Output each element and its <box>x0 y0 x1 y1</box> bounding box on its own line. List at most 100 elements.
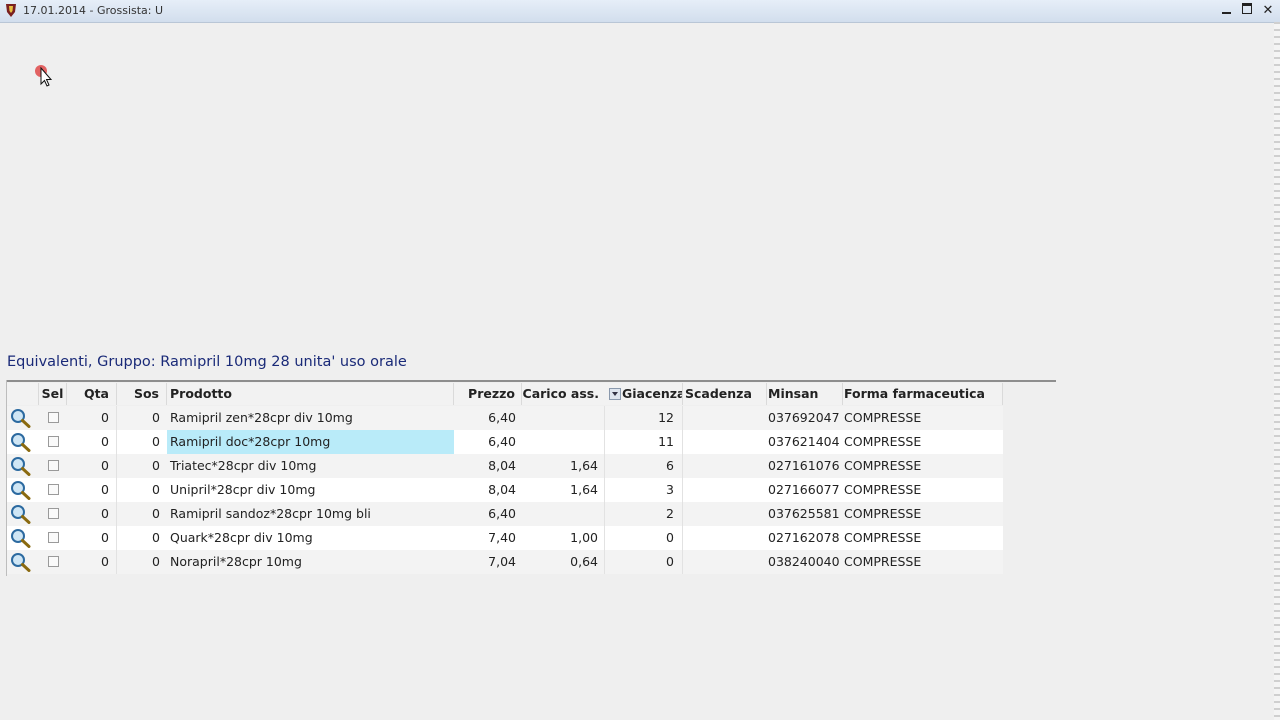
row-checkbox[interactable] <box>47 508 59 519</box>
cell-scadenza <box>683 478 767 502</box>
cell-forma: COMPRESSE <box>844 410 922 425</box>
cell-qta[interactable]: 0 <box>67 502 117 526</box>
cell-prezzo: 7,04 <box>488 554 516 569</box>
header-scadenza[interactable]: Scadenza <box>683 383 767 405</box>
row-checkbox[interactable] <box>47 532 59 543</box>
cell-carico: 1,00 <box>522 526 605 550</box>
cell-prodotto[interactable]: Unipril*28cpr div 10mg <box>167 478 454 502</box>
cell-giacenza: 12 <box>605 406 683 430</box>
cell-qta[interactable]: 0 <box>67 454 117 478</box>
cell-forma: COMPRESSE <box>844 506 922 521</box>
cell-prodotto[interactable]: Quark*28cpr div 10mg <box>167 526 454 550</box>
cell-prezzo: 8,04 <box>488 458 516 473</box>
cell-minsan: 038240040 <box>768 554 840 569</box>
cell-qta[interactable]: 0 <box>67 478 117 502</box>
table-row[interactable]: 0 0 Norapril*28cpr 10mg 7,04 0,64 0 0382… <box>7 550 1003 574</box>
cell-giacenza: 0 <box>605 550 683 574</box>
header-prodotto[interactable]: Prodotto <box>167 383 454 405</box>
table-header: Sel Qta Sos Prodotto Prezzo Carico ass. … <box>7 383 1003 405</box>
row-checkbox-cell[interactable] <box>39 502 67 526</box>
cell-prodotto[interactable]: Ramipril sandoz*28cpr 10mg bli <box>167 502 454 526</box>
window-edge <box>1274 22 1280 720</box>
cell-minsan: 037621404 <box>768 434 840 449</box>
cell-scadenza <box>683 406 767 430</box>
magnifier-icon[interactable] <box>10 504 32 524</box>
header-carico[interactable]: Carico ass. <box>522 383 605 405</box>
window-title: 17.01.2014 - Grossista: U <box>23 4 164 17</box>
cell-carico <box>522 406 605 430</box>
equivalents-table: Sel Qta Sos Prodotto Prezzo Carico ass. … <box>6 380 1056 576</box>
minimize-icon <box>1221 12 1231 14</box>
table-row[interactable]: 0 0 Quark*28cpr div 10mg 7,40 1,00 0 027… <box>7 526 1003 550</box>
cell-carico <box>522 502 605 526</box>
cell-qta[interactable]: 0 <box>67 406 117 430</box>
cell-forma: COMPRESSE <box>844 458 922 473</box>
row-checkbox-cell[interactable] <box>39 478 67 502</box>
app-icon <box>6 4 16 17</box>
restore-button[interactable] <box>1237 2 1257 19</box>
row-checkbox-cell[interactable] <box>39 430 67 454</box>
cell-carico <box>522 430 605 454</box>
header-prezzo[interactable]: Prezzo <box>454 383 522 405</box>
close-button[interactable]: ✕ <box>1258 2 1278 19</box>
magnifier-icon[interactable] <box>10 552 32 572</box>
cell-prezzo: 6,40 <box>488 506 516 521</box>
magnifier-icon[interactable] <box>10 480 32 500</box>
cell-forma: COMPRESSE <box>844 554 922 569</box>
row-checkbox[interactable] <box>47 436 59 447</box>
cell-giacenza: 3 <box>605 478 683 502</box>
table-row[interactable]: 0 0 Ramipril zen*28cpr div 10mg 6,40 12 … <box>7 406 1003 430</box>
row-checkbox[interactable] <box>47 556 59 567</box>
table-top-border <box>6 380 1056 382</box>
cell-forma: COMPRESSE <box>844 530 922 545</box>
row-checkbox[interactable] <box>47 484 59 495</box>
cell-prodotto[interactable]: Triatec*28cpr div 10mg <box>167 454 454 478</box>
header-giacenza[interactable]: Giacenza <box>605 383 683 405</box>
cell-prezzo: 6,40 <box>488 434 516 449</box>
cell-scadenza <box>683 502 767 526</box>
minimize-button[interactable] <box>1216 2 1236 19</box>
cell-sos: 0 <box>152 458 160 473</box>
cell-sos: 0 <box>152 506 160 521</box>
table-row[interactable]: 0 0 Ramipril doc*28cpr 10mg 6,40 11 0376… <box>7 430 1003 454</box>
table-row[interactable]: 0 0 Triatec*28cpr div 10mg 8,04 1,64 6 0… <box>7 454 1003 478</box>
cell-sos: 0 <box>152 482 160 497</box>
header-forma[interactable]: Forma farmaceutica <box>843 383 1003 405</box>
mouse-cursor-icon <box>35 65 53 87</box>
table-row[interactable]: 0 0 Unipril*28cpr div 10mg 8,04 1,64 3 0… <box>7 478 1003 502</box>
title-bar: 17.01.2014 - Grossista: U ✕ <box>0 0 1280 23</box>
header-qta[interactable]: Qta <box>67 383 117 405</box>
cell-prezzo: 8,04 <box>488 482 516 497</box>
magnifier-icon[interactable] <box>10 528 32 548</box>
cell-prodotto[interactable]: Norapril*28cpr 10mg <box>167 550 454 574</box>
cell-prodotto-selected[interactable]: Ramipril doc*28cpr 10mg <box>167 430 454 454</box>
cell-prodotto[interactable]: Ramipril zen*28cpr div 10mg <box>167 406 454 430</box>
row-checkbox[interactable] <box>47 460 59 471</box>
row-checkbox-cell[interactable] <box>39 526 67 550</box>
cell-qta[interactable]: 0 <box>67 430 117 454</box>
cell-scadenza <box>683 430 767 454</box>
cell-giacenza: 0 <box>605 526 683 550</box>
header-sos[interactable]: Sos <box>117 383 167 405</box>
row-checkbox-cell[interactable] <box>39 406 67 430</box>
row-checkbox-cell[interactable] <box>39 454 67 478</box>
cell-scadenza <box>683 454 767 478</box>
cell-carico: 1,64 <box>522 454 605 478</box>
cell-minsan: 027166077 <box>768 482 840 497</box>
cell-forma: COMPRESSE <box>844 434 922 449</box>
header-sel[interactable]: Sel <box>39 383 67 405</box>
cell-qta[interactable]: 0 <box>67 550 117 574</box>
restore-icon <box>1242 3 1252 14</box>
cell-scadenza <box>683 526 767 550</box>
cell-prezzo: 7,40 <box>488 530 516 545</box>
row-checkbox-cell[interactable] <box>39 550 67 574</box>
cell-qta[interactable]: 0 <box>67 526 117 550</box>
cell-giacenza: 2 <box>605 502 683 526</box>
magnifier-icon[interactable] <box>10 408 32 428</box>
row-checkbox[interactable] <box>47 412 59 423</box>
magnifier-icon[interactable] <box>10 432 32 452</box>
table-row[interactable]: 0 0 Ramipril sandoz*28cpr 10mg bli 6,40 … <box>7 502 1003 526</box>
cell-carico: 0,64 <box>522 550 605 574</box>
magnifier-icon[interactable] <box>10 456 32 476</box>
header-minsan[interactable]: Minsan <box>767 383 843 405</box>
